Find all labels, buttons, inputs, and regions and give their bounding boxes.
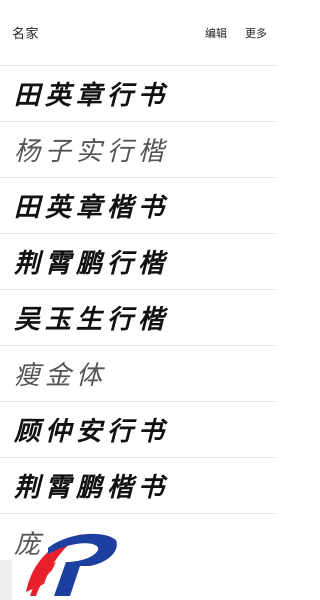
font-name: 田英章行书 — [14, 81, 170, 111]
font-name: 瘦金体 — [14, 361, 108, 391]
font-item-wu-yusheng-xingkai[interactable]: 吴玉生行楷 — [0, 290, 277, 346]
more-button[interactable]: 更多 — [245, 25, 267, 41]
app-window: 名家 编辑 更多 田英章行书 杨子实行楷 田英章楷书 荆霄鹏行楷 吴玉生行楷 瘦… — [0, 0, 277, 600]
top-bar: 名家 编辑 更多 — [0, 0, 277, 66]
font-item-yang-zishi-xingkai[interactable]: 杨子实行楷 — [0, 122, 277, 178]
font-name: 田英章楷书 — [14, 193, 170, 223]
font-name: 吴玉生行楷 — [14, 305, 170, 335]
font-name: 荆霄鹏楷书 — [14, 473, 170, 503]
font-item-gu-zhongan-xingshu[interactable]: 顾仲安行书 — [0, 402, 277, 458]
font-item-shoujin-ti[interactable]: 瘦金体 — [0, 346, 277, 402]
font-item-jing-xiaopeng-xingkai[interactable]: 荆霄鹏行楷 — [0, 234, 277, 290]
font-name: 顾仲安行书 — [14, 417, 170, 447]
font-name: 杨子实行楷 — [14, 137, 170, 167]
edit-button[interactable]: 编辑 — [205, 25, 227, 41]
page-title: 名家 — [12, 27, 40, 42]
header-actions: 编辑 更多 — [205, 25, 267, 41]
app-logo-icon — [26, 533, 117, 596]
side-edge — [0, 560, 12, 600]
font-list: 田英章行书 杨子实行楷 田英章楷书 荆霄鹏行楷 吴玉生行楷 瘦金体 顾仲安行书 … — [0, 66, 277, 570]
font-item-jing-xiaopeng-kaishu[interactable]: 荆霄鹏楷书 — [0, 458, 277, 514]
font-item-tian-yingzhang-kaishu[interactable]: 田英章楷书 — [0, 178, 277, 234]
font-name: 荆霄鹏行楷 — [14, 249, 170, 279]
font-item-tian-yingzhang-xingshu[interactable]: 田英章行书 — [0, 66, 277, 122]
